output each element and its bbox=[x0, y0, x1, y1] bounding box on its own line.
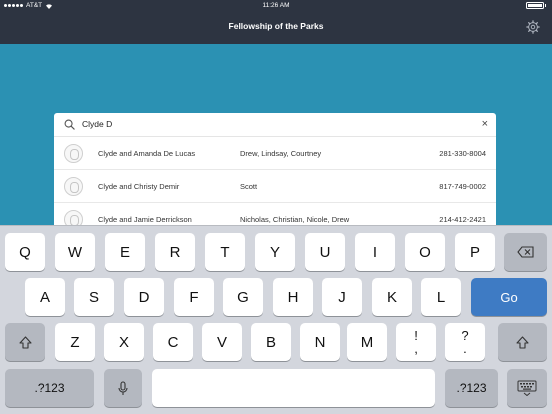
key-l[interactable]: L bbox=[421, 278, 461, 316]
key-i[interactable]: I bbox=[355, 233, 395, 271]
status-bar: AT&T 11:26 AM bbox=[0, 0, 552, 11]
children-names: Drew, Lindsay, Courtney bbox=[240, 149, 322, 158]
key-g[interactable]: G bbox=[223, 278, 263, 316]
key-c[interactable]: C bbox=[153, 323, 193, 361]
key-question-period[interactable]: ?. bbox=[445, 323, 485, 361]
children-names: Scott bbox=[240, 182, 258, 191]
key-char: . bbox=[463, 341, 467, 356]
keyboard: Q W E R T Y U I O P A S D F G H J K L Go… bbox=[0, 225, 552, 414]
key-n[interactable]: N bbox=[300, 323, 340, 361]
avatar-icon bbox=[64, 144, 83, 163]
result-row[interactable]: Clyde and Amanda De Lucas Drew, Lindsay,… bbox=[54, 137, 496, 170]
key-w[interactable]: W bbox=[55, 233, 95, 271]
key-j[interactable]: J bbox=[322, 278, 362, 316]
result-row[interactable]: Clyde and Jamie Derrickson Nicholas, Chr… bbox=[54, 203, 496, 225]
key-t[interactable]: T bbox=[205, 233, 245, 271]
avatar-icon bbox=[64, 177, 83, 196]
hide-keyboard-key[interactable] bbox=[507, 369, 547, 407]
numbers-key-left[interactable]: .?123 bbox=[5, 369, 94, 407]
search-input[interactable]: Clyde D bbox=[82, 119, 112, 129]
status-right bbox=[525, 2, 546, 9]
battery-icon bbox=[525, 2, 544, 9]
key-p[interactable]: P bbox=[455, 233, 495, 271]
key-h[interactable]: H bbox=[273, 278, 313, 316]
clear-search-icon[interactable]: × bbox=[482, 118, 488, 130]
phone-number: 214-412-2421 bbox=[439, 215, 486, 224]
key-char: , bbox=[414, 341, 418, 356]
family-name: Clyde and Amanda De Lucas bbox=[98, 149, 196, 158]
key-x[interactable]: X bbox=[104, 323, 144, 361]
family-name: Clyde and Christy Demir bbox=[98, 182, 180, 191]
shift-key-left[interactable] bbox=[5, 323, 45, 361]
key-o[interactable]: O bbox=[405, 233, 445, 271]
search-panel: Clyde D × Clyde and Amanda De Lucas Drew… bbox=[54, 113, 496, 225]
page-title: Fellowship of the Parks bbox=[228, 21, 324, 31]
numbers-key-right[interactable]: .?123 bbox=[445, 369, 498, 407]
shift-icon bbox=[18, 335, 32, 349]
key-b[interactable]: B bbox=[251, 323, 291, 361]
phone-number: 817-749-0002 bbox=[439, 182, 486, 191]
key-k[interactable]: K bbox=[372, 278, 412, 316]
key-m[interactable]: M bbox=[347, 323, 387, 361]
backspace-key[interactable] bbox=[504, 233, 547, 271]
key-y[interactable]: Y bbox=[255, 233, 295, 271]
microphone-icon bbox=[118, 380, 128, 395]
key-d[interactable]: D bbox=[124, 278, 164, 316]
phone-number: 281-330-8004 bbox=[439, 149, 486, 158]
result-row[interactable]: Clyde and Christy Demir Scott 817-749-00… bbox=[54, 170, 496, 203]
gear-icon[interactable] bbox=[526, 20, 540, 34]
key-r[interactable]: R bbox=[155, 233, 195, 271]
key-q[interactable]: Q bbox=[5, 233, 45, 271]
key-exclaim-comma[interactable]: !, bbox=[396, 323, 436, 361]
space-key[interactable] bbox=[152, 369, 435, 407]
avatar-icon bbox=[64, 210, 83, 225]
key-s[interactable]: S bbox=[74, 278, 114, 316]
keyboard-dismiss-icon bbox=[517, 380, 537, 396]
family-name: Clyde and Jamie Derrickson bbox=[98, 215, 192, 224]
dictation-key[interactable] bbox=[104, 369, 142, 407]
go-key[interactable]: Go bbox=[471, 278, 547, 316]
search-bar[interactable]: Clyde D × bbox=[54, 113, 496, 137]
key-v[interactable]: V bbox=[202, 323, 242, 361]
key-f[interactable]: F bbox=[174, 278, 214, 316]
search-icon bbox=[64, 119, 75, 130]
status-time: 11:26 AM bbox=[262, 2, 290, 9]
key-u[interactable]: U bbox=[305, 233, 345, 271]
backspace-icon bbox=[516, 246, 534, 258]
key-e[interactable]: E bbox=[105, 233, 145, 271]
key-z[interactable]: Z bbox=[55, 323, 95, 361]
nav-bar: Fellowship of the Parks bbox=[0, 11, 552, 44]
children-names: Nicholas, Christian, Nicole, Drew bbox=[240, 215, 350, 224]
shift-icon bbox=[516, 335, 529, 349]
shift-key-right[interactable] bbox=[498, 323, 547, 361]
key-a[interactable]: A bbox=[25, 278, 65, 316]
